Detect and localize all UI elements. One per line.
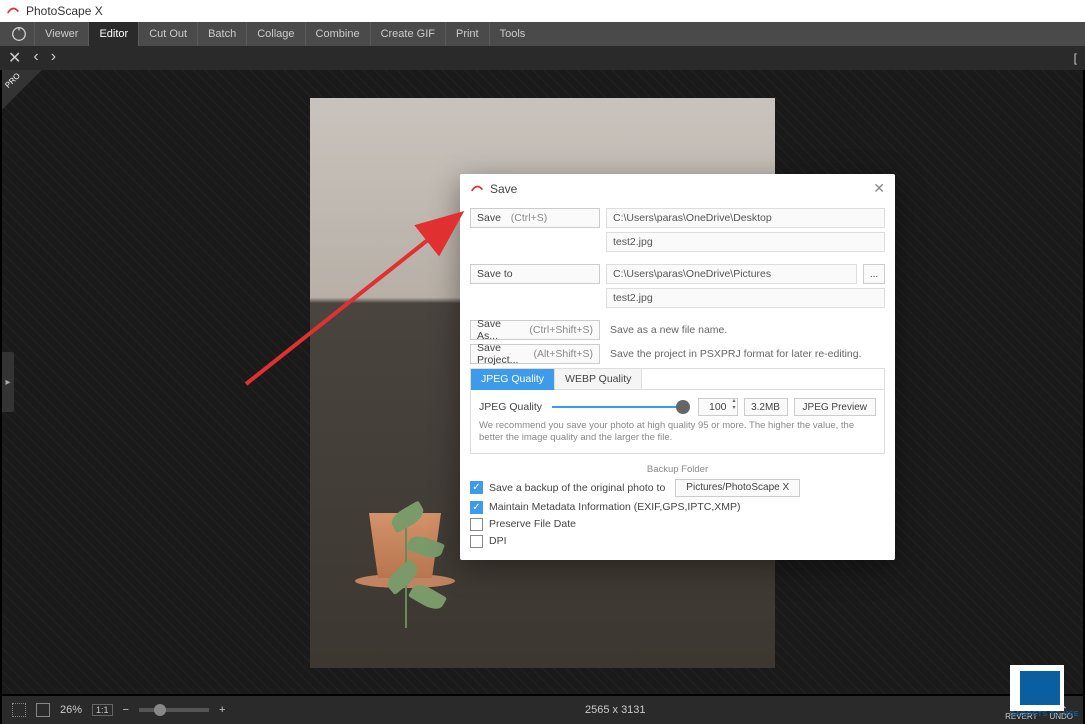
quality-recommend-text: We recommend you save your photo at high… (479, 420, 876, 445)
save-as-desc: Save as a new file name. (606, 324, 727, 336)
watermark: GADGETS TO USE (1010, 665, 1080, 718)
menubar: Viewer Editor Cut Out Batch Collage Comb… (0, 22, 1085, 46)
checkbox-save-backup[interactable]: ✓ (470, 481, 483, 494)
jpeg-quality-label: JPEG Quality (479, 401, 542, 413)
slider-thumb[interactable] (676, 400, 690, 414)
tab-jpeg-quality[interactable]: JPEG Quality (471, 369, 555, 390)
dialog-title-text: Save (490, 182, 517, 196)
save-backup-label: Save a backup of the original photo to (489, 482, 665, 494)
jpeg-file-size: 3.2MB (744, 398, 788, 416)
save-path-field[interactable]: C:\Users\paras\OneDrive\Desktop (606, 208, 885, 228)
save-project-desc: Save the project in PSXPRJ format for la… (606, 348, 862, 360)
menu-cut-out[interactable]: Cut Out (138, 22, 197, 46)
jpeg-quality-value[interactable]: 100 (698, 398, 738, 416)
quality-panel: JPEG Quality WEBP Quality JPEG Quality 1… (470, 368, 885, 454)
next-icon[interactable]: › (51, 48, 56, 68)
tab-webp-quality[interactable]: WEBP Quality (555, 369, 642, 390)
dpi-label: DPI (489, 535, 507, 547)
app-logo-icon (6, 4, 20, 18)
preserve-date-label: Preserve File Date (489, 518, 576, 530)
save-filename-field[interactable]: test2.jpg (606, 232, 885, 252)
menu-batch[interactable]: Batch (197, 22, 246, 46)
menu-tools[interactable]: Tools (489, 22, 536, 46)
home-icon[interactable] (10, 25, 28, 43)
save-to-filename-field[interactable]: test2.jpg (606, 288, 885, 308)
save-dialog: Save ✕ Save (Ctrl+S) C:\Users\paras\OneD… (460, 174, 895, 560)
menu-print[interactable]: Print (445, 22, 489, 46)
save-as-button[interactable]: Save As... (Ctrl+Shift+S) (470, 320, 600, 340)
save-button[interactable]: Save (Ctrl+S) (470, 208, 600, 228)
zoom-slider-thumb[interactable] (154, 704, 166, 716)
backup-folder-button[interactable]: Pictures/PhotoScape X (675, 479, 800, 497)
checkbox-dpi[interactable] (470, 535, 483, 548)
save-to-path-field[interactable]: C:\Users\paras\OneDrive\Pictures (606, 264, 857, 284)
menu-create-gif[interactable]: Create GIF (370, 22, 445, 46)
checkbox-metadata[interactable]: ✓ (470, 501, 483, 514)
image-dimensions: 2565 x 3131 (225, 704, 1005, 716)
save-project-button[interactable]: Save Project... (Alt+Shift+S) (470, 344, 600, 364)
zoom-out-icon[interactable]: − (123, 704, 129, 716)
pro-badge (2, 70, 42, 110)
app-title: PhotoScape X (26, 4, 103, 18)
fit-icon[interactable] (36, 703, 50, 717)
save-to-button[interactable]: Save to (470, 264, 600, 284)
zoom-ratio-button[interactable]: 1:1 (92, 704, 113, 716)
menu-collage[interactable]: Collage (246, 22, 304, 46)
prev-icon[interactable]: ‹ (33, 48, 38, 68)
dialog-close-icon[interactable]: ✕ (873, 180, 885, 197)
dialog-titlebar: Save ✕ (460, 174, 895, 204)
metadata-label: Maintain Metadata Information (EXIF,GPS,… (489, 501, 741, 513)
zoom-percent: 26% (60, 704, 82, 716)
browse-button[interactable]: ... (863, 264, 885, 284)
menu-viewer[interactable]: Viewer (34, 22, 88, 46)
jpeg-preview-button[interactable]: JPEG Preview (794, 398, 876, 416)
close-icon[interactable]: ✕ (8, 48, 21, 68)
jpeg-quality-slider[interactable] (552, 406, 688, 408)
status-bar: 26% 1:1 − + 2565 x 3131 REVERT UNDO (2, 696, 1083, 724)
menu-combine[interactable]: Combine (305, 22, 370, 46)
grid-icon[interactable] (12, 703, 26, 717)
editor-toolbar: ✕ ‹ › [ (0, 46, 1085, 70)
checkbox-preserve-date[interactable] (470, 518, 483, 531)
titlebar: PhotoScape X (0, 0, 1085, 22)
bracket-icon[interactable]: [ (1074, 51, 1077, 65)
side-panel-handle[interactable]: ▸ (2, 352, 14, 412)
menu-editor[interactable]: Editor (88, 22, 138, 46)
backup-folder-header: Backup Folder (470, 464, 885, 475)
zoom-slider[interactable] (139, 708, 209, 712)
dialog-logo-icon (470, 182, 484, 196)
